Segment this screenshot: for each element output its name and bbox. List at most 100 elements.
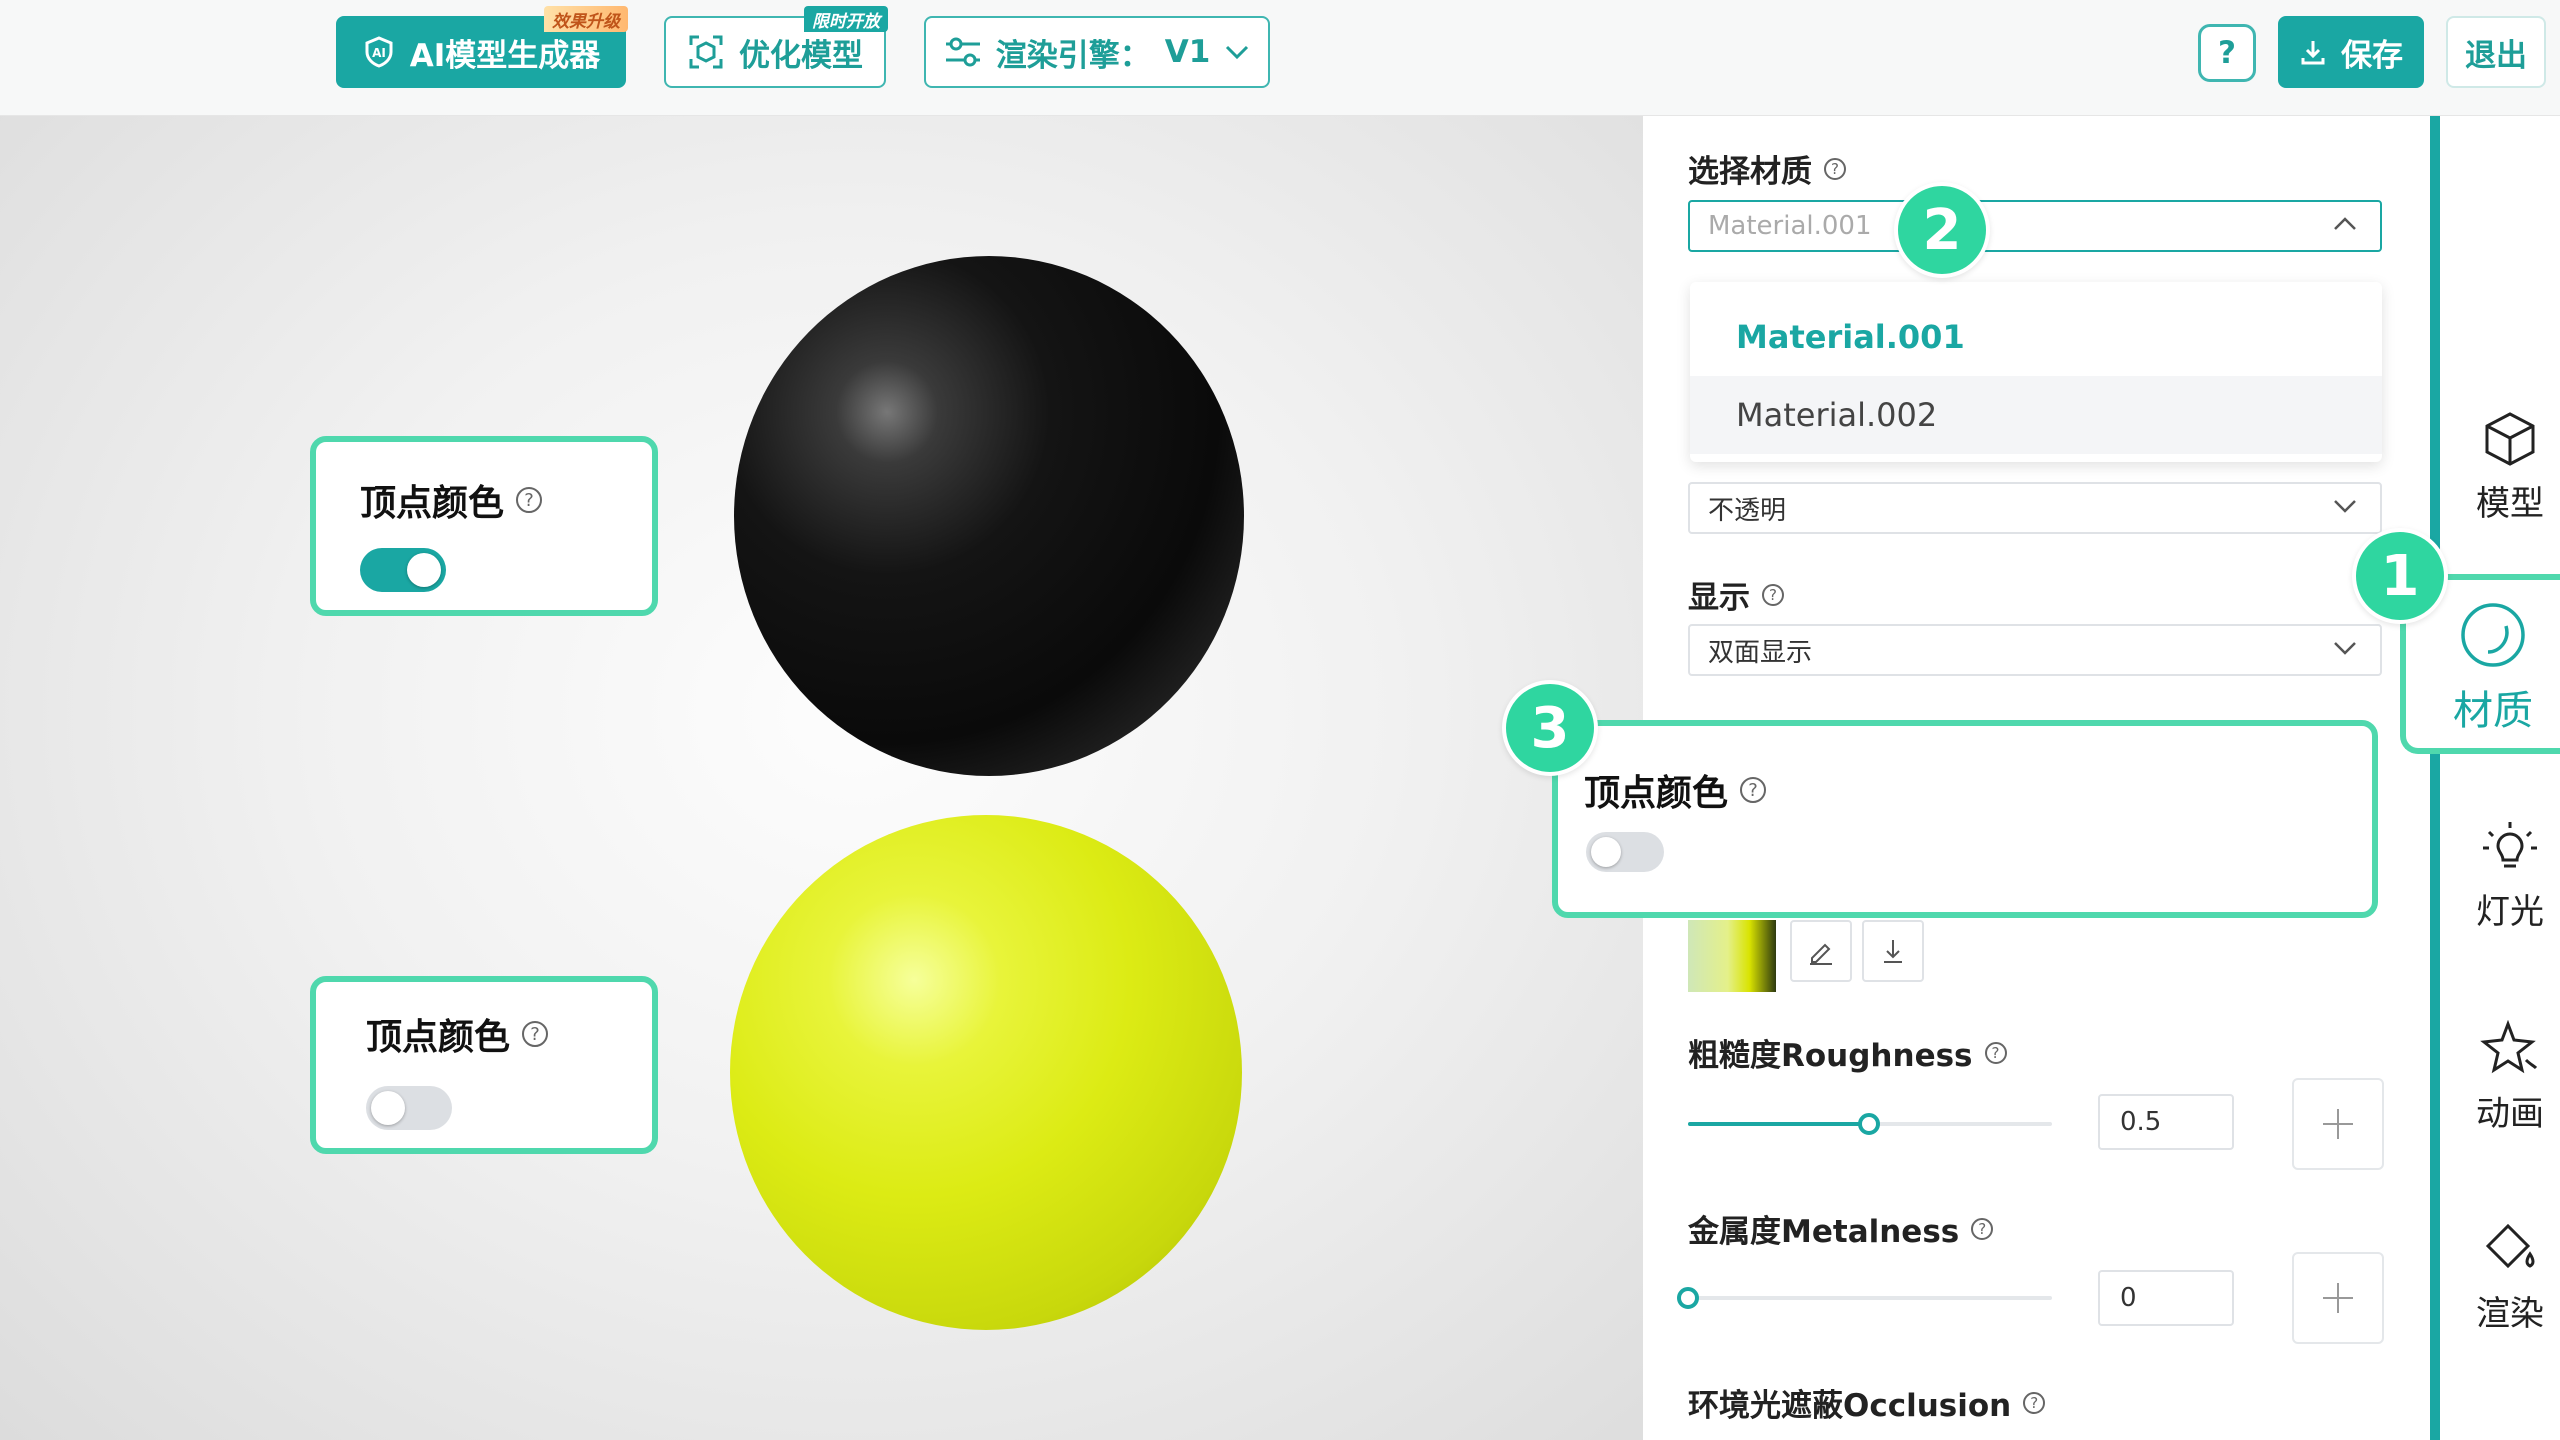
nav-label: 模型 (2476, 484, 2544, 524)
metalness-label: 金属度Metalness ? (1688, 1206, 1994, 1251)
roughness-text: 粗糙度Roughness (1688, 1038, 1973, 1074)
plus-icon (2323, 1109, 2353, 1139)
help-icon: ? (516, 487, 543, 513)
roughness-add-button[interactable] (2292, 1078, 2384, 1170)
dropdown-option-material-002[interactable]: Material.002 (1690, 376, 2382, 454)
step-badge-3: 3 (1502, 680, 1598, 776)
occlusion-label: 环境光遮蔽Occlusion ? (1688, 1380, 2046, 1425)
vertex-color-toggle-on[interactable] (360, 548, 446, 592)
display-select[interactable]: 双面显示 (1688, 624, 2382, 676)
nav-label: 动画 (2476, 1094, 2544, 1134)
nav-item-model[interactable]: 模型 (2460, 410, 2560, 525)
svg-text:AI: AI (372, 46, 386, 60)
roughness-slider-knob[interactable] (1858, 1113, 1880, 1135)
render-engine-select[interactable]: 渲染引擎： V1 (924, 16, 1270, 88)
ai-generator-label: AI模型生成器 (409, 37, 601, 74)
edit-texture-button[interactable] (1790, 920, 1852, 982)
display-value: 双面显示 (1708, 637, 1813, 668)
exit-label: 退出 (2465, 37, 2527, 74)
help-icon: ? (1984, 1041, 2007, 1064)
select-material-text: 选择材质 (1688, 154, 1812, 190)
chevron-down-icon (1226, 45, 1249, 60)
download-icon (1884, 940, 1902, 963)
help-icon: ? (522, 1021, 549, 1047)
toggle-knob (407, 553, 441, 587)
upgrade-tag: 效果升级 (544, 6, 628, 32)
nav-label: 材质 (2453, 688, 2533, 734)
vertex-color-callout-off: 顶点颜色 ? (310, 976, 658, 1154)
roughness-slider-fill (1688, 1122, 1870, 1126)
material-select[interactable]: Material.001 (1688, 200, 2382, 252)
yellow-sphere-model[interactable] (730, 815, 1242, 1330)
help-icon: ? (1971, 1217, 1994, 1240)
nav-item-render[interactable]: 渲染 (2460, 1220, 2560, 1335)
download-texture-button[interactable] (1862, 920, 1924, 982)
scan-icon (689, 35, 723, 69)
select-material-label: 选择材质 ? (1688, 146, 1846, 191)
step-badge-2: 2 (1894, 182, 1990, 278)
display-text: 显示 (1688, 580, 1750, 616)
vertex-color-label: 顶点颜色 (1584, 773, 1729, 814)
vertex-color-panel-callout: 顶点颜色 ? (1552, 720, 2378, 918)
roughness-slider[interactable] (1688, 1113, 2052, 1135)
vertex-color-toggle-off[interactable] (366, 1086, 452, 1130)
chevron-down-icon (2334, 500, 2356, 513)
step-badge-1: 1 (2352, 528, 2448, 624)
material-select-value: Material.001 (1708, 211, 1872, 241)
ai-shield-icon: AI (365, 36, 393, 68)
nav-item-material[interactable]: 材质 (2438, 600, 2548, 736)
chevron-down-icon (2334, 642, 2356, 655)
metalness-add-button[interactable] (2292, 1252, 2384, 1344)
transparency-select[interactable]: 不透明 (1688, 482, 2382, 534)
download-icon (2301, 41, 2325, 65)
roughness-label: 粗糙度Roughness ? (1688, 1030, 2007, 1075)
vertex-color-toggle[interactable] (1586, 832, 1664, 872)
vertex-color-callout-on: 顶点颜色 ? (310, 436, 658, 616)
metalness-text: 金属度Metalness (1688, 1214, 1960, 1250)
help-icon: ? (2023, 1391, 2046, 1414)
optimize-label: 优化模型 (739, 37, 863, 74)
exit-button[interactable]: 退出 (2446, 16, 2546, 88)
paint-bucket-icon (2485, 1223, 2535, 1269)
star-animation-icon (2480, 1020, 2538, 1074)
metalness-input[interactable]: 0 (2098, 1270, 2234, 1326)
pencil-icon (1810, 943, 1832, 965)
ai-model-generator-button[interactable]: AI AI模型生成器 效果升级 (336, 6, 628, 88)
display-label: 显示 ? (1688, 572, 1784, 617)
optimize-model-button[interactable]: 优化模型 限时开放 (664, 6, 888, 88)
render-engine-label: 渲染引擎： (995, 37, 1151, 74)
help-icon: ? (1762, 583, 1784, 606)
toggle-knob (1591, 837, 1621, 867)
help-icon: ? (1824, 157, 1846, 180)
occlusion-text: 环境光遮蔽Occlusion (1688, 1388, 2012, 1424)
save-button[interactable]: 保存 (2278, 16, 2424, 88)
metalness-slider[interactable] (1677, 1287, 2052, 1309)
material-dropdown-menu: Material.001 Material.002 (1690, 282, 2382, 462)
help-icon: ? (1740, 777, 1767, 803)
texture-thumbnail[interactable] (1688, 920, 1776, 992)
render-engine-value: V1 (1164, 34, 1211, 70)
black-sphere-model[interactable] (734, 256, 1244, 776)
save-label: 保存 (2341, 37, 2403, 74)
nav-item-animation[interactable]: 动画 (2460, 1020, 2560, 1135)
plus-icon (2323, 1283, 2353, 1313)
roughness-input[interactable]: 0.5 (2098, 1094, 2234, 1150)
nav-label: 渲染 (2476, 1294, 2544, 1334)
dropdown-option-material-001[interactable]: Material.001 (1690, 298, 2382, 376)
top-toolbar: AI AI模型生成器 效果升级 优化模型 限时开放 渲染引擎： V1 ? 保存 … (0, 0, 2560, 116)
limited-tag: 限时开放 (804, 6, 888, 32)
material-sphere-icon (2461, 603, 2525, 667)
nav-item-light[interactable]: 灯光 (2460, 818, 2560, 933)
callout-title: 顶点颜色 (366, 1017, 511, 1058)
toggle-knob (371, 1091, 405, 1125)
panel-scrollbar[interactable] (2430, 116, 2440, 1440)
transparency-value: 不透明 (1708, 495, 1787, 526)
cube-icon (2485, 412, 2535, 466)
nav-label: 灯光 (2476, 892, 2544, 932)
chevron-up-icon (2334, 217, 2356, 230)
help-button[interactable]: ? (2198, 24, 2256, 82)
callout-title: 顶点颜色 (360, 483, 505, 524)
help-icon: ? (2218, 35, 2236, 71)
metalness-slider-knob[interactable] (1677, 1287, 1699, 1309)
light-bulb-icon (2483, 822, 2537, 868)
